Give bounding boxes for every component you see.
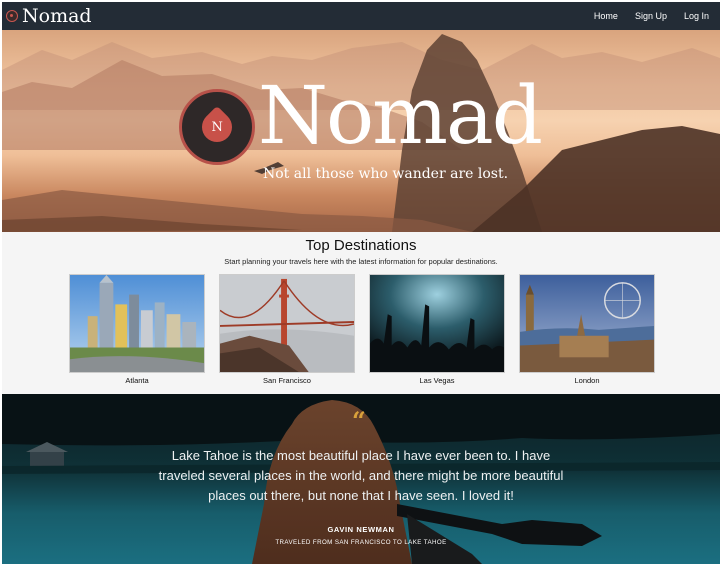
navbar: Nomad Home Sign Up Log In bbox=[2, 2, 720, 30]
nav-login-link[interactable]: Log In bbox=[684, 11, 709, 21]
london-skyline-image[interactable] bbox=[519, 274, 655, 373]
golden-gate-bridge-image[interactable] bbox=[219, 274, 355, 373]
hero-logo-badge: N bbox=[179, 89, 255, 165]
page: Nomad Home Sign Up Log In N Nomad Not al… bbox=[2, 2, 720, 564]
atlanta-city-image[interactable] bbox=[69, 274, 205, 373]
destination-card-london[interactable]: London bbox=[519, 274, 655, 385]
testimonial-author: GAVIN NEWMAN bbox=[327, 525, 395, 534]
hero-tagline: Not all those who wander are lost. bbox=[263, 166, 509, 182]
section-subtitle: Start planning your travels here with th… bbox=[224, 257, 498, 266]
testimonial-quote: Lake Tahoe is the most beautiful place I… bbox=[158, 448, 564, 503]
quote-icon: “ bbox=[352, 406, 366, 435]
destination-card-atlanta[interactable]: Atlanta bbox=[69, 274, 205, 385]
drop-icon: N bbox=[195, 105, 239, 149]
top-destinations-section: Top Destinations Start planning your tra… bbox=[2, 232, 720, 394]
testimonial-author-detail: TRAVELED FROM SAN FRANCISCO TO LAKE TAHO… bbox=[275, 539, 447, 546]
nav-links: Home Sign Up Log In bbox=[577, 11, 709, 21]
hero-title: Nomad bbox=[258, 69, 543, 162]
logo-icon bbox=[6, 10, 18, 22]
nav-home-link[interactable]: Home bbox=[594, 11, 618, 21]
destination-name: San Francisco bbox=[263, 376, 311, 385]
nav-signup-link[interactable]: Sign Up bbox=[635, 11, 667, 21]
concert-crowd-image[interactable] bbox=[369, 274, 505, 373]
hero-banner: N Nomad Not all those who wander are los… bbox=[2, 30, 720, 232]
destination-name: Las Vegas bbox=[419, 376, 455, 385]
destination-name: Atlanta bbox=[125, 376, 149, 385]
testimonial-section: “ Lake Tahoe is the most beautiful place… bbox=[2, 394, 720, 564]
section-title: Top Destinations bbox=[305, 237, 417, 254]
destination-card-san-francisco[interactable]: San Francisco bbox=[219, 274, 355, 385]
destination-card-las-vegas[interactable]: Las Vegas bbox=[369, 274, 505, 385]
destination-name: London bbox=[574, 376, 600, 385]
brand-name: Nomad bbox=[22, 4, 92, 27]
hero-logo-letter: N bbox=[211, 119, 223, 135]
brand-link[interactable]: Nomad bbox=[6, 4, 92, 27]
